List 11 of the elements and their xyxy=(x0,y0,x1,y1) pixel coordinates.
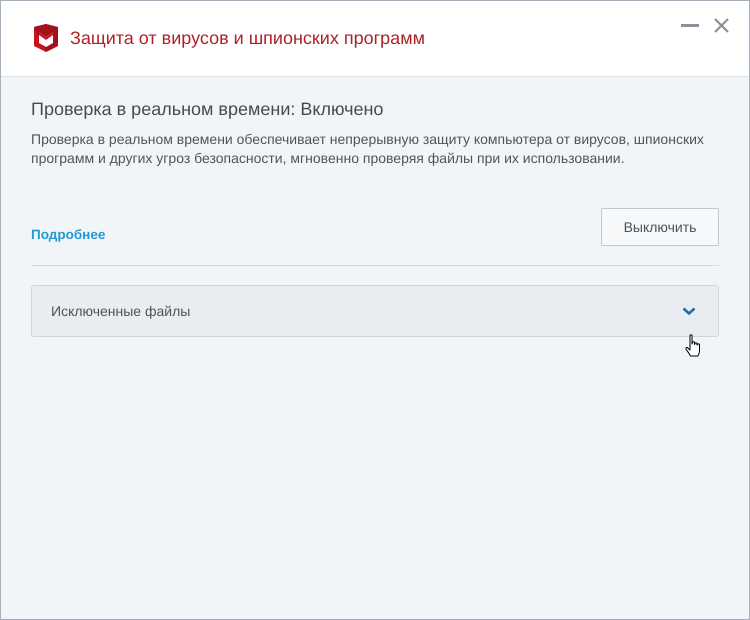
chevron-down-icon xyxy=(682,307,696,315)
status-description: Проверка в реальном времени обеспечивает непрерывную защиту компьютера от вирусов, шпионских программ и других угроз безопасности, мгновенно проверяя файлы при их использовании. xyxy=(31,130,705,168)
window-title: Защита от вирусов и шпионских программ xyxy=(70,27,425,50)
minimize-icon xyxy=(681,24,699,27)
turn-off-button[interactable]: Выключить xyxy=(601,208,719,246)
status-heading: Проверка в реальном времени: Включено xyxy=(31,98,384,120)
section-label: Исключенные файлы xyxy=(51,302,190,321)
shield-logo-icon xyxy=(33,24,59,52)
excluded-files-section[interactable]: Исключенные файлы xyxy=(31,285,719,337)
close-icon xyxy=(714,18,728,33)
close-button[interactable] xyxy=(713,18,729,34)
